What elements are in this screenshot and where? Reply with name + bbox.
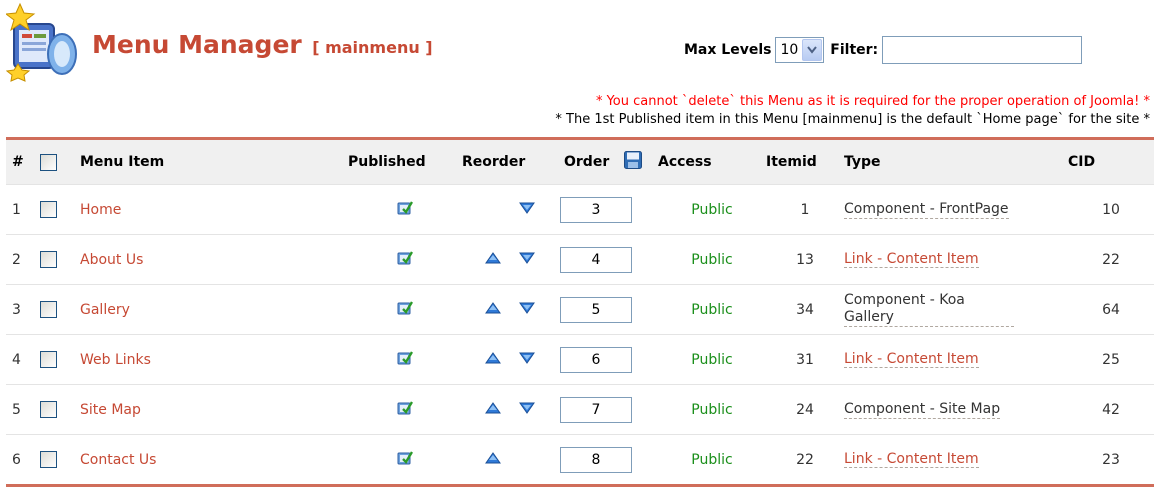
order-input[interactable]: 6: [560, 346, 632, 373]
published-check-icon[interactable]: [397, 250, 414, 270]
row-checkbox[interactable]: [40, 201, 57, 218]
filter-input[interactable]: [882, 36, 1083, 64]
access-level-link[interactable]: Public: [691, 252, 732, 268]
filter-label: Filter:: [830, 42, 879, 58]
menu-item-link[interactable]: Contact Us: [80, 452, 156, 468]
col-order: Order: [558, 138, 658, 185]
menu-item-link[interactable]: Site Map: [80, 402, 141, 418]
row-number: 3: [6, 284, 40, 335]
itemid-value: 34: [766, 284, 844, 335]
order-input[interactable]: 4: [560, 246, 632, 273]
col-access: Access: [658, 138, 766, 185]
list-controls: Max Levels 10 Filter:: [684, 35, 1083, 65]
row-checkbox[interactable]: [40, 351, 57, 368]
row-number: 5: [6, 384, 40, 435]
order-input[interactable]: 5: [560, 296, 632, 323]
move-down-icon[interactable]: [519, 252, 535, 268]
col-published: Published: [348, 138, 462, 185]
menu-name: [ mainmenu ]: [312, 38, 433, 57]
row-checkbox[interactable]: [40, 251, 57, 268]
menu-item-type: Component - Site Map: [844, 400, 1001, 419]
max-levels-label: Max Levels: [684, 42, 772, 58]
col-cid: CID: [1068, 138, 1154, 185]
itemid-value: 31: [766, 334, 844, 385]
row-number: 2: [6, 234, 40, 285]
cid-value: 25: [1068, 334, 1154, 385]
move-up-icon[interactable]: [485, 251, 501, 268]
move-down-icon[interactable]: [519, 202, 535, 218]
itemid-value: 22: [796, 451, 814, 468]
menu-item-link[interactable]: Web Links: [80, 352, 151, 368]
col-reorder: Reorder: [462, 138, 558, 185]
table-row: 4 Web Links 6 Public 31 Link - Content Item 25: [6, 334, 1154, 385]
menu-item-type: Component - FrontPage: [844, 200, 1009, 219]
order-input[interactable]: 3: [560, 196, 632, 223]
menu-item-link[interactable]: Gallery: [80, 302, 130, 318]
table-row: 2 About Us 4 Public 13 Link - Content Item 22: [6, 234, 1154, 285]
col-menu-item[interactable]: Menu Item: [80, 138, 348, 185]
menu-item-link[interactable]: About Us: [80, 252, 143, 268]
access-level-link[interactable]: Public: [691, 202, 732, 218]
save-order-icon[interactable]: [624, 151, 643, 173]
order-input[interactable]: 7: [560, 396, 632, 423]
table-row: 5 Site Map 7 Public 24 Component - Site Map 42: [6, 384, 1154, 435]
col-number: #: [6, 138, 40, 185]
row-number: 4: [6, 334, 40, 385]
page-title: Menu Manager [ mainmenu ]: [92, 30, 433, 59]
max-levels-value: 10: [780, 42, 799, 58]
table-row: 1 Home 3 Public 1 Component - FrontPage 10: [6, 184, 1154, 235]
row-checkbox[interactable]: [40, 451, 57, 468]
page-title-text: Menu Manager: [92, 30, 302, 59]
move-up-icon[interactable]: [485, 351, 501, 368]
row-number: 1: [6, 184, 40, 235]
access-level-link[interactable]: Public: [691, 402, 732, 418]
cid-value: 64: [1068, 284, 1154, 335]
order-input[interactable]: 8: [560, 446, 632, 473]
cid-value: 10: [1068, 184, 1154, 235]
itemid-value: 13: [766, 234, 844, 285]
table-row: 3 Gallery 5 Public 34 Component - Koa Gallery…: [6, 284, 1154, 335]
delete-warning: * You cannot `delete` this Menu as it is…: [595, 94, 1150, 109]
row-number: 6: [12, 451, 21, 468]
itemid-value: 1: [766, 184, 844, 235]
published-check-icon[interactable]: [397, 400, 414, 420]
row-checkbox[interactable]: [40, 301, 57, 318]
chevron-down-icon[interactable]: [802, 39, 823, 61]
col-itemid: Itemid: [766, 138, 844, 185]
itemid-value: 24: [766, 384, 844, 435]
home-page-notice: * The 1st Published item in this Menu [m…: [555, 112, 1150, 127]
move-up-icon[interactable]: [485, 451, 501, 468]
max-levels-select[interactable]: 10: [775, 37, 825, 63]
published-check-icon[interactable]: [397, 300, 414, 320]
menu-items-table: # Menu Item Published Reorder Order Acce…: [6, 137, 1154, 487]
cid-value: 23: [1102, 451, 1120, 468]
published-check-icon[interactable]: [397, 200, 414, 220]
access-level-link[interactable]: Public: [691, 352, 732, 368]
access-level-link[interactable]: Public: [691, 302, 732, 318]
access-level-link[interactable]: Public: [691, 452, 732, 468]
move-down-icon[interactable]: [519, 402, 535, 418]
menu-item-type: Component - Koa Gallery: [844, 292, 1014, 327]
col-select-all[interactable]: [40, 138, 80, 185]
cid-value: 42: [1068, 384, 1154, 435]
move-up-icon[interactable]: [485, 401, 501, 418]
menu-item-type[interactable]: Link - Content Item: [844, 451, 979, 468]
col-order-label: Order: [564, 154, 610, 170]
published-check-icon[interactable]: [397, 350, 414, 370]
move-down-icon[interactable]: [519, 352, 535, 368]
cid-value: 22: [1068, 234, 1154, 285]
select-all-checkbox[interactable]: [40, 153, 57, 171]
menu-item-type[interactable]: Link - Content Item: [844, 351, 979, 368]
menu-manager-logo-icon: [4, 2, 86, 82]
menu-item-type[interactable]: Link - Content Item: [844, 251, 979, 268]
move-up-icon[interactable]: [485, 301, 501, 318]
row-checkbox[interactable]: [40, 401, 57, 418]
menu-item-link[interactable]: Home: [80, 202, 121, 218]
table-header-row: # Menu Item Published Reorder Order Acce…: [6, 138, 1154, 185]
published-check-icon[interactable]: [397, 450, 414, 470]
table-row: 6 Contact Us 8 Public 22 Link - Content Item 2…: [6, 435, 1154, 486]
move-down-icon[interactable]: [519, 302, 535, 318]
col-type: Type: [844, 138, 1068, 185]
